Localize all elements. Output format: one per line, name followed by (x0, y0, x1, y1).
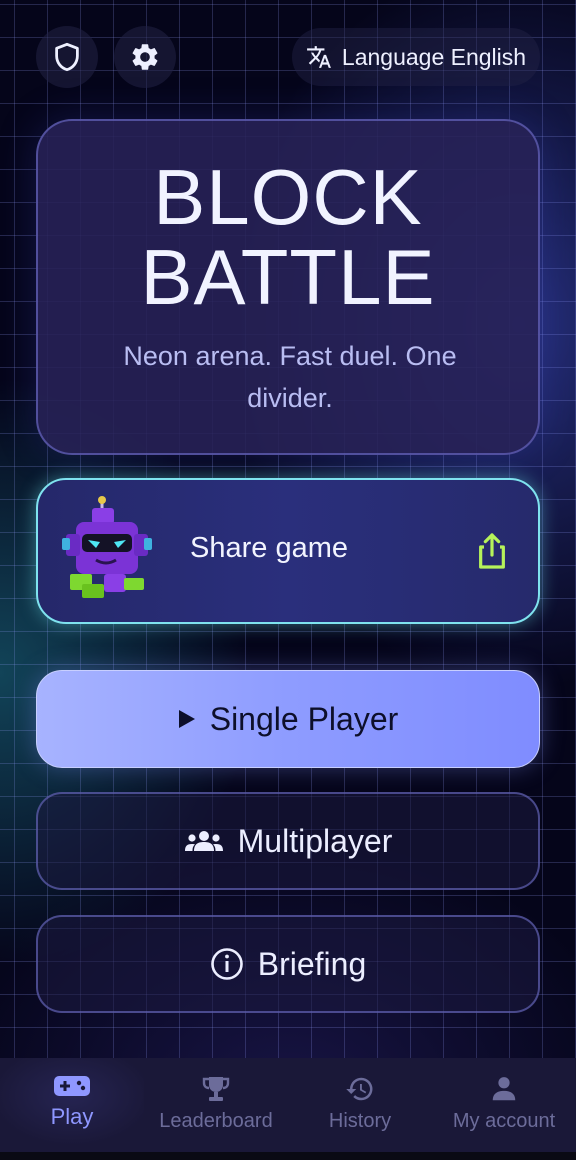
nav-history[interactable]: History (288, 1058, 432, 1152)
nav-play-label: Play (50, 1104, 94, 1129)
briefing-label: Briefing (257, 945, 367, 982)
bottom-nav: Play Leaderboard History My account (0, 1058, 576, 1152)
nav-my-account-label: My account (452, 1110, 556, 1132)
single-player-button[interactable]: Single Player (36, 670, 540, 768)
multiplayer-button[interactable]: Multiplayer (36, 792, 540, 890)
gear-icon (132, 44, 158, 70)
top-bar: Language English (0, 0, 576, 110)
robot-mascot-icon (62, 496, 152, 598)
trophy-icon (202, 1077, 230, 1101)
nav-leaderboard[interactable]: Leaderboard (144, 1058, 288, 1152)
language-label: Language English (341, 43, 527, 70)
shield-icon (55, 42, 79, 72)
hero-card: BLOCK BATTLE Neon arena. Fast duel. One … (36, 119, 540, 455)
nav-history-label: History (328, 1110, 392, 1132)
multiplayer-label: Multiplayer (237, 822, 393, 859)
game-tagline: Neon arena. Fast duel. One divider. (123, 341, 457, 413)
translate-icon (306, 46, 331, 68)
share-game-label: Share game (190, 532, 348, 564)
language-button[interactable]: Language English (292, 28, 540, 86)
game-title: BLOCK BATTLE (140, 153, 436, 321)
history-icon (346, 1077, 373, 1101)
share-icon (479, 533, 505, 569)
share-game-card[interactable]: Share game (36, 478, 540, 624)
nav-play[interactable]: Play (0, 1058, 144, 1152)
play-icon (178, 710, 195, 728)
briefing-button[interactable]: Briefing (36, 915, 540, 1013)
single-player-label: Single Player (209, 700, 399, 737)
privacy-button[interactable] (36, 26, 98, 88)
group-icon (184, 831, 223, 851)
settings-button[interactable] (114, 26, 176, 88)
bottom-edge (0, 1152, 576, 1160)
info-icon (210, 948, 243, 980)
person-icon (492, 1077, 516, 1101)
gamepad-icon (54, 1076, 90, 1096)
nav-leaderboard-label: Leaderboard (159, 1110, 273, 1132)
nav-my-account[interactable]: My account (432, 1058, 576, 1152)
